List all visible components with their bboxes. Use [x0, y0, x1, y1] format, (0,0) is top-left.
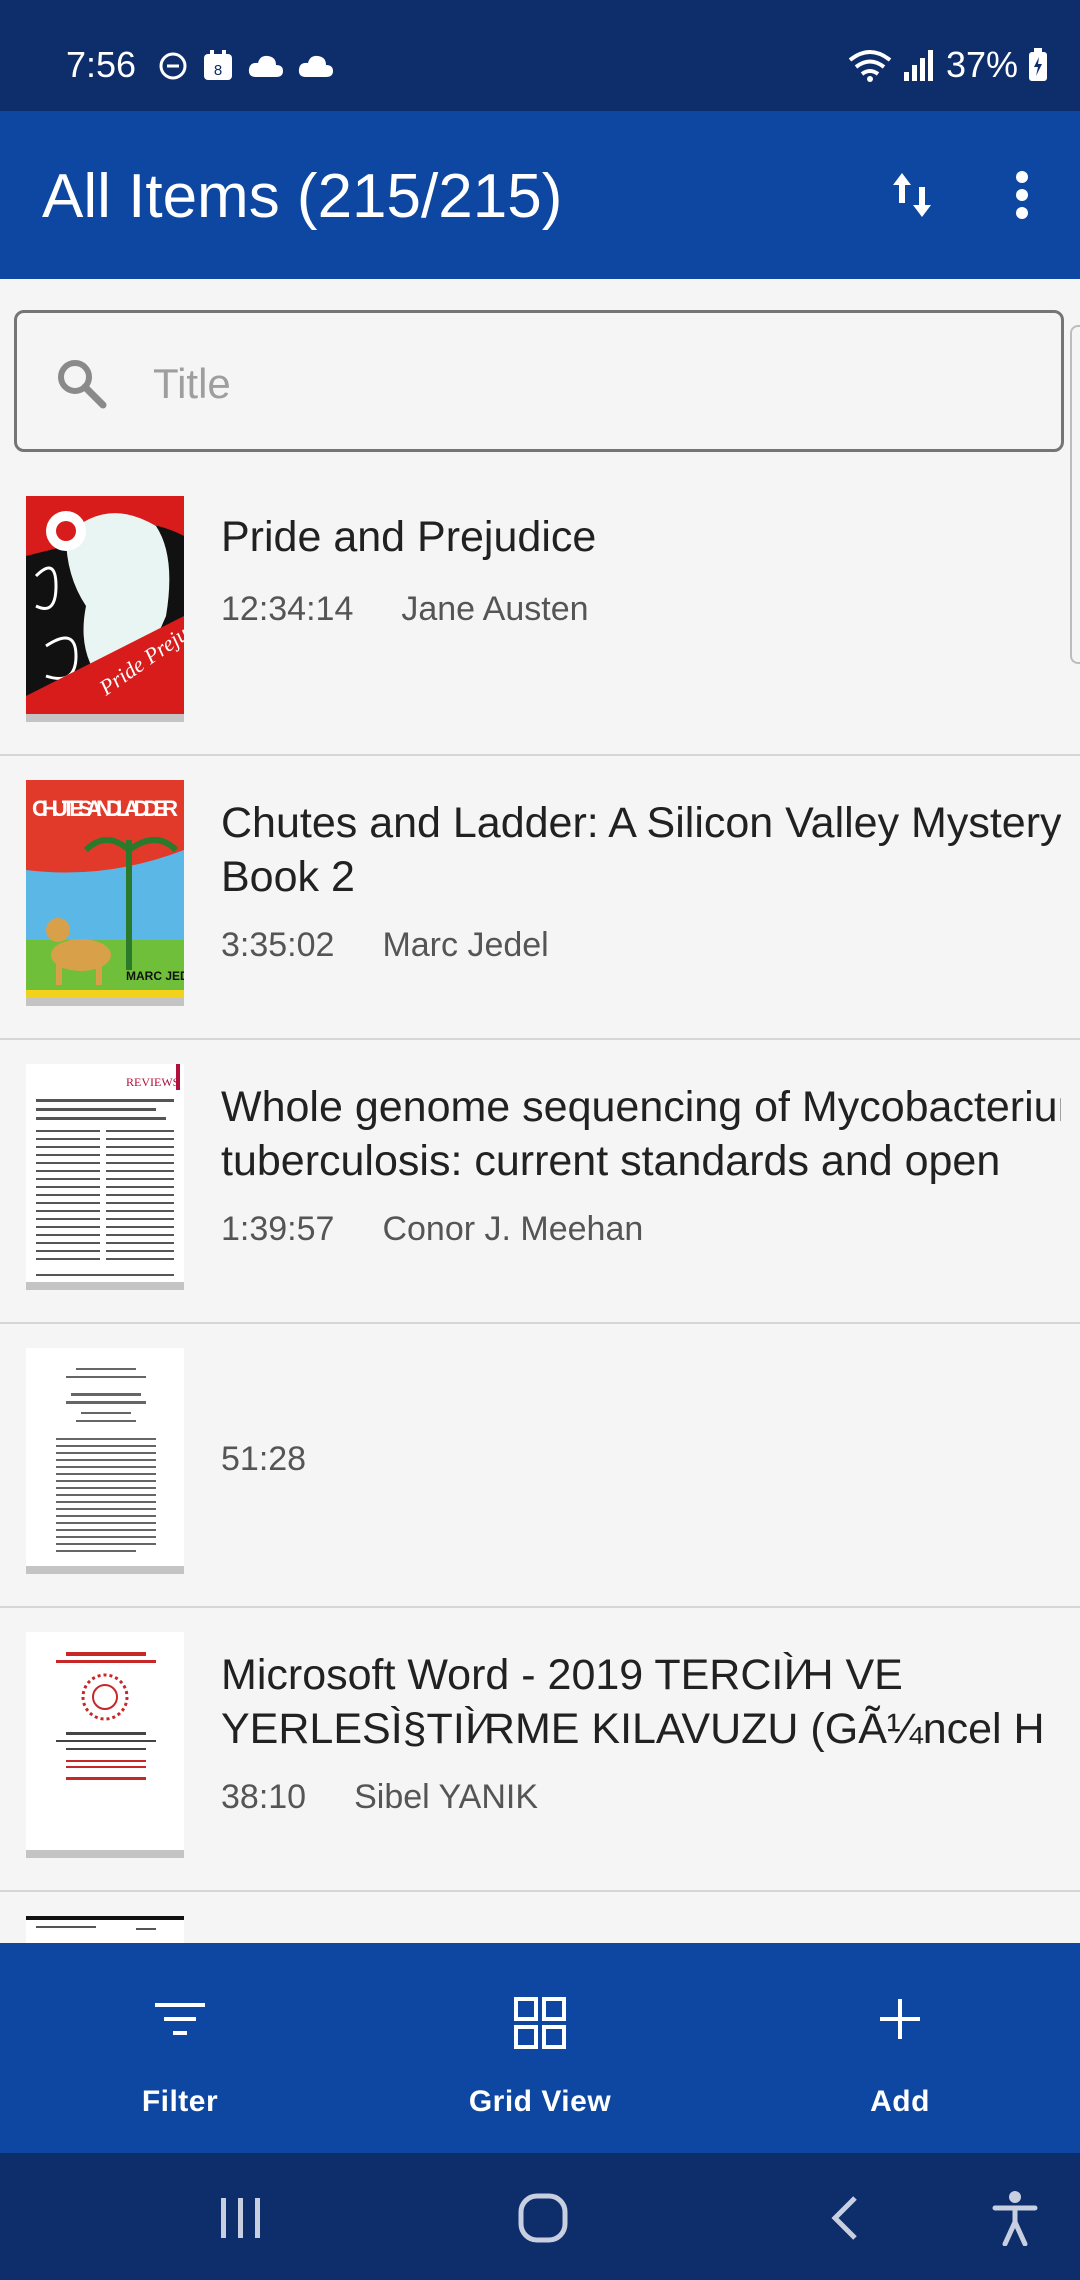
cloud-icon: [248, 55, 283, 77]
list-item[interactable]: Microsoft Word - 2019 TERCIÌ⁄H VE YERLES…: [0, 1606, 1080, 1892]
grid-view-button[interactable]: Grid View: [360, 1943, 720, 2153]
book-author: Sibel YANIK: [354, 1778, 539, 1816]
add-icon: [880, 1999, 920, 2039]
dnd-icon: [159, 52, 187, 80]
book-cover: Pride Prejudice: [26, 496, 184, 722]
search-box[interactable]: [14, 310, 1064, 452]
more-vert-icon: [1016, 171, 1028, 219]
book-duration: 1:39:57: [221, 1210, 335, 1248]
sort-icon: [893, 173, 931, 217]
page-title: All Items (215/215): [42, 162, 563, 231]
add-label: Add: [870, 2085, 930, 2118]
more-options-button[interactable]: [992, 165, 1052, 225]
filter-button[interactable]: Filter: [0, 1943, 360, 2153]
status-bar: 7:56 8 37%: [0, 0, 1080, 111]
book-meta: 38:10 Sibel YANIK: [221, 1778, 538, 1817]
filter-icon: [155, 2003, 205, 2035]
book-duration: 12:34:14: [221, 590, 354, 628]
wifi-icon: [848, 50, 892, 82]
book-list: Pride Prejudice Pride and Prejudice 12:3…: [0, 470, 1080, 1943]
battery-charging-icon: [1029, 48, 1047, 81]
cover-shadow: [26, 1566, 184, 1574]
book-cover: [26, 1632, 184, 1858]
bottom-nav: Filter Grid View Add: [0, 1943, 1080, 2153]
battery-percent: 37%: [945, 44, 1018, 85]
grid-view-label: Grid View: [468, 2085, 612, 2118]
book-cover: [26, 1348, 184, 1574]
book-title: Pride and Prejudice: [221, 513, 597, 561]
status-time: 7:56: [66, 44, 137, 85]
recents-button[interactable]: [206, 2183, 276, 2253]
book-duration: 38:10: [221, 1778, 307, 1816]
status-right: 37%: [848, 44, 1048, 86]
home-button[interactable]: [508, 2183, 578, 2253]
list-item[interactable]: Pride Prejudice Pride and Prejudice 12:3…: [0, 470, 1080, 756]
search-icon: [58, 360, 107, 409]
home-icon: [518, 2193, 568, 2243]
list-item[interactable]: REVIEWS Whole genome sequencing of Mycob…: [0, 1038, 1080, 1324]
book-author: Conor J. Meehan: [382, 1210, 644, 1248]
book-title: Whole genome sequencing of Mycobacterium…: [221, 1083, 1061, 1185]
book-cover: REVIEWS: [26, 1064, 184, 1290]
cover-title-text: CHUTES AND LADDER: [32, 796, 178, 821]
book-author: Marc Jedel: [382, 926, 549, 964]
system-nav-bar: [0, 2153, 1080, 2280]
book-duration: 51:28: [221, 1440, 307, 1478]
accessibility-icon: [992, 2191, 1038, 2246]
sort-button[interactable]: [882, 165, 942, 225]
cover-header-text: REVIEWS: [126, 1075, 179, 1089]
book-meta: 1:39:57 Conor J. Meehan: [221, 1210, 643, 1249]
back-button[interactable]: [810, 2183, 880, 2253]
signal-icon: [903, 50, 933, 81]
book-meta: 51:28: [221, 1440, 354, 1479]
list-item[interactable]: 51:28: [0, 1322, 1080, 1608]
book-cover: CHUTES AND LADDER MARC JEDEL: [26, 780, 184, 1006]
book-author: Jane Austen: [401, 590, 589, 628]
filter-label: Filter: [141, 2085, 219, 2118]
book-meta: 12:34:14 Jane Austen: [221, 590, 589, 629]
cover-shadow: [26, 998, 184, 1006]
add-button[interactable]: Add: [720, 1943, 1080, 2153]
book-title: Microsoft Word - 2019 TERCIÌ⁄H VE YERLES…: [221, 1651, 1045, 1753]
cloud-icon: [298, 55, 333, 77]
calendar-day: 8: [214, 62, 222, 79]
cover-shadow: [26, 1282, 184, 1290]
status-icons-left: 8: [158, 50, 334, 82]
book-meta: 3:35:02 Marc Jedel: [221, 926, 549, 965]
cover-shadow: [26, 714, 184, 722]
book-duration: 3:35:02: [221, 926, 335, 964]
app-bar: All Items (215/215): [0, 111, 1080, 279]
cover-author-text: MARC JEDEL: [126, 969, 184, 983]
calendar-icon: 8: [204, 50, 232, 80]
accessibility-button[interactable]: [980, 2183, 1050, 2253]
book-title: Chutes and Ladder: A Silicon Valley Myst…: [221, 799, 1061, 901]
recents-icon: [221, 2198, 260, 2238]
search-input[interactable]: [151, 349, 1035, 419]
list-item[interactable]: [0, 1890, 1080, 1943]
list-item[interactable]: CHUTES AND LADDER MARC JEDEL Chutes and …: [0, 754, 1080, 1040]
grid-view-icon: [514, 1997, 566, 2049]
back-icon: [831, 2196, 857, 2240]
book-cover: [26, 1916, 184, 1943]
cover-shadow: [26, 1850, 184, 1858]
